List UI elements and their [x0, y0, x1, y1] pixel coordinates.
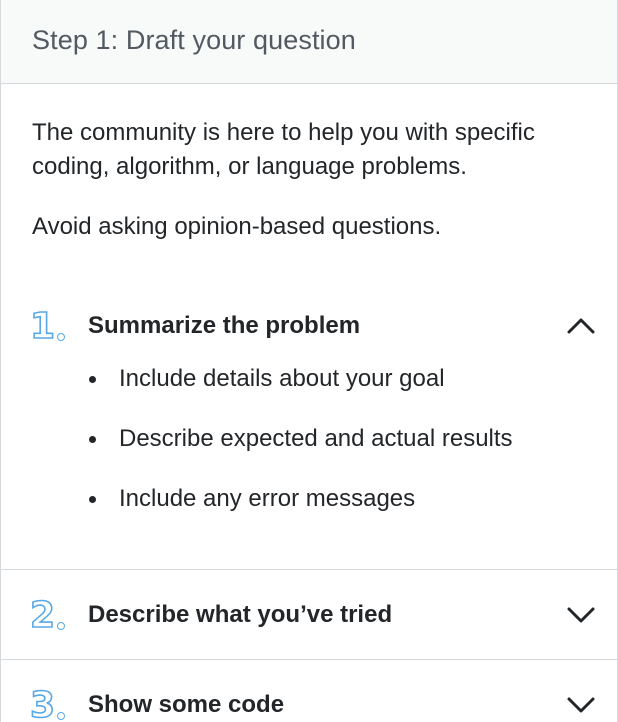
step-number-1: 1 — [29, 305, 88, 348]
chevron-up-icon[interactable] — [565, 310, 597, 342]
list-item-text: Include any error messages — [119, 485, 416, 512]
intro-paragraph-2: Avoid asking opinion-based questions. — [32, 213, 442, 240]
section-2-toggle[interactable]: 2 Describe what you’ve tried — [1, 570, 617, 660]
section-1-toggle[interactable]: 1 Summarize the problem — [1, 304, 617, 348]
chevron-down-icon[interactable] — [565, 689, 597, 721]
intro-text: The community is here to help you with s… — [1, 84, 617, 244]
section-2-title: Describe what you’ve tried — [88, 601, 393, 628]
section-1-title: Summarize the problem — [88, 312, 361, 339]
step-number-1-dot — [57, 332, 66, 341]
section-3-title: Show some code — [88, 691, 285, 718]
list-item: Include any error messages — [87, 484, 617, 514]
step-number-2-digit: 2 — [29, 594, 56, 637]
section-summarize-problem: 1 Summarize the problem Include details … — [1, 244, 617, 570]
list-item-text: Include details about your goal — [119, 365, 445, 392]
panel-header: Step 1: Draft your question — [1, 0, 617, 84]
bullet-icon — [89, 496, 96, 503]
step-number-2: 2 — [29, 594, 88, 637]
list-item: Include details about your goal — [87, 364, 617, 394]
section-describe-tried: 2 Describe what you’ve tried — [1, 570, 617, 660]
section-1-list: Include details about your goal Describe… — [1, 364, 617, 514]
step-number-2-dot — [57, 621, 66, 630]
step-number-3: 3 — [29, 684, 88, 722]
bullet-icon — [89, 376, 96, 383]
step-number-1-digit: 1 — [29, 305, 56, 348]
list-item-text: Describe expected and actual results — [119, 425, 513, 452]
list-item: Describe expected and actual results — [87, 424, 617, 454]
intro-paragraph-1: The community is here to help you with s… — [32, 119, 535, 180]
bullet-icon — [89, 436, 96, 443]
section-3-toggle[interactable]: 3 Show some code — [1, 660, 617, 722]
step-number-3-dot — [57, 711, 66, 720]
panel-title: Step 1: Draft your question — [32, 25, 356, 55]
chevron-down-icon[interactable] — [565, 599, 597, 631]
step-number-3-digit: 3 — [29, 684, 56, 722]
section-show-code: 3 Show some code — [1, 660, 617, 722]
draft-question-panel: Step 1: Draft your question The communit… — [0, 0, 618, 722]
